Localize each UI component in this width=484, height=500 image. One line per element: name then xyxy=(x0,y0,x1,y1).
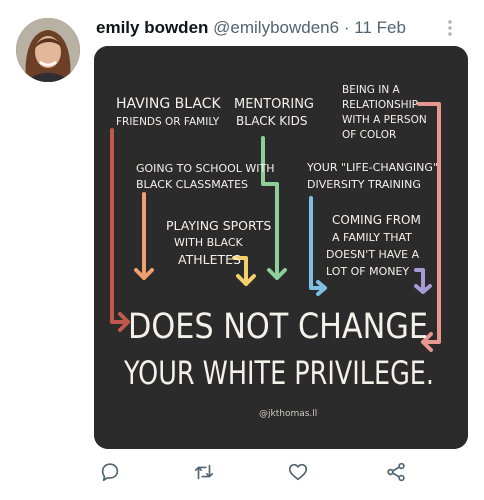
tweet-header: emily bowden @emilybowden6 · 11 Feb xyxy=(96,16,464,40)
text-black-friends-1: HAVING BLACK xyxy=(116,96,222,112)
text-school-1: GOING TO SCHOOL WITH xyxy=(136,162,275,175)
author-avatar[interactable] xyxy=(16,18,80,82)
tweet-image[interactable]: HAVING BLACK FRIENDS OR FAMILY MENTORING… xyxy=(94,46,468,449)
headline-line-1: DOES NOT CHANGE xyxy=(128,307,428,347)
text-relationship-4: OF COLOR xyxy=(342,129,396,141)
text-money-4: LOT OF MONEY xyxy=(326,265,409,278)
tweet-actions xyxy=(94,458,468,486)
like-icon[interactable] xyxy=(284,458,312,486)
text-black-friends-2: FRIENDS OR FAMILY xyxy=(116,116,220,128)
more-options-icon[interactable] xyxy=(440,16,460,40)
text-sports-2: WITH BLACK xyxy=(174,236,244,249)
artist-credit: @jkthomas.ll xyxy=(259,409,317,419)
text-training-1: YOUR "LIFE-CHANGING" xyxy=(306,161,438,174)
text-money-1: COMING FROM xyxy=(332,213,421,227)
text-relationship-2: RELATIONSHIP xyxy=(342,99,418,111)
text-training-2: DIVERSITY TRAINING xyxy=(307,178,421,191)
retweet-icon[interactable] xyxy=(190,458,218,486)
text-sports-1: PLAYING SPORTS xyxy=(166,218,271,233)
text-money-3: DOESN'T HAVE A xyxy=(326,248,420,261)
tweet-date[interactable]: 11 Feb xyxy=(354,18,406,37)
author-name[interactable]: emily bowden xyxy=(96,18,208,37)
text-relationship-1: BEING IN A xyxy=(342,84,401,96)
text-mentoring-1: MENTORING xyxy=(234,97,314,112)
reply-icon[interactable] xyxy=(96,458,124,486)
text-sports-3: ATHLETES xyxy=(178,252,241,267)
author-handle[interactable]: @emilybowden6 xyxy=(213,18,339,37)
text-relationship-3: WITH A PERSON xyxy=(342,114,427,126)
text-money-2: A FAMILY THAT xyxy=(332,231,412,244)
header-separator: · xyxy=(343,18,350,37)
headline-line-2: YOUR WHITE PRIVILEGE. xyxy=(123,354,434,392)
text-mentoring-2: BLACK KIDS xyxy=(236,114,308,128)
share-icon[interactable] xyxy=(382,458,410,486)
tweet: emily bowden @emilybowden6 · 11 Feb HAVI… xyxy=(0,0,484,500)
text-school-2: BLACK CLASSMATES xyxy=(136,178,248,191)
